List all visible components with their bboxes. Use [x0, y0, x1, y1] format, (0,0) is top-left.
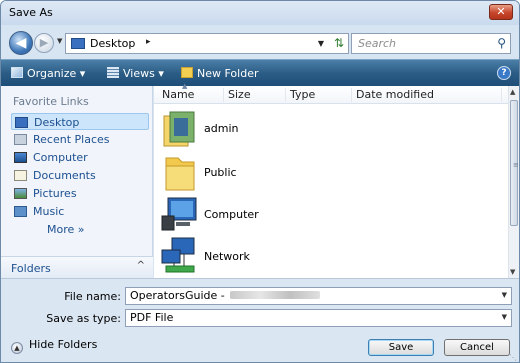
save-button[interactable]: Save: [368, 339, 434, 356]
sidebar-item-desktop[interactable]: Desktop: [11, 113, 149, 130]
sidebar-item-label: Computer: [33, 151, 88, 164]
redacted-text: [230, 291, 321, 299]
scroll-down-icon[interactable]: ▼: [510, 268, 515, 276]
file-name-field[interactable]: OperatorsGuide - ▼: [125, 287, 512, 305]
music-icon: [14, 206, 27, 217]
address-dropdown-icon[interactable]: ▼: [318, 39, 324, 48]
sidebar-item-label: Documents: [33, 169, 96, 182]
folder-icon: [165, 157, 195, 191]
column-header-date-modified[interactable]: Date modified: [352, 88, 502, 102]
save-options-panel: File name: OperatorsGuide - ▼ Save as ty…: [1, 278, 519, 362]
file-name-value: OperatorsGuide -: [130, 289, 229, 302]
organize-button[interactable]: Organize ▾: [11, 67, 85, 80]
window-title: Save As: [9, 6, 53, 19]
sidebar-item-label: Music: [33, 205, 65, 218]
scroll-up-icon[interactable]: ▲: [510, 88, 515, 96]
file-name: Network: [204, 250, 250, 263]
chevron-down-icon[interactable]: ▼: [502, 291, 507, 299]
list-item[interactable]: Public: [160, 152, 500, 192]
sidebar-item-documents[interactable]: Documents: [11, 167, 149, 184]
cancel-button[interactable]: Cancel: [444, 339, 510, 356]
sidebar-item-computer[interactable]: Computer: [11, 149, 149, 166]
favorite-links-heading: Favorite Links: [13, 95, 89, 108]
column-header-type[interactable]: Type: [286, 88, 352, 102]
sidebar-item-recent-places[interactable]: Recent Places: [11, 131, 149, 148]
grip-icon: ≡: [513, 161, 519, 169]
list-item[interactable]: Network: [160, 236, 500, 276]
address-location[interactable]: Desktop: [90, 37, 135, 50]
sidebar-item-label: Desktop: [34, 116, 80, 129]
organize-icon: [11, 67, 23, 78]
file-name: Public: [204, 166, 237, 179]
desktop-icon: [15, 117, 28, 128]
address-bar[interactable]: Desktop ▸ ▼ ⇅: [65, 33, 349, 54]
sidebar-item-music[interactable]: Music: [11, 203, 149, 220]
vertical-scrollbar[interactable]: ▲ ≡ ▼: [508, 86, 519, 278]
file-name: Computer: [204, 208, 259, 221]
save-as-type-select[interactable]: PDF File ▼: [125, 309, 512, 327]
views-icon: [107, 67, 119, 78]
column-header-name[interactable]: Name: [158, 88, 224, 102]
chevron-up-icon: ▲: [11, 342, 23, 354]
views-button[interactable]: Views ▾: [107, 67, 164, 80]
recent-places-icon: [14, 134, 27, 145]
column-header-size[interactable]: Size: [224, 88, 286, 102]
hide-folders-button[interactable]: ▲ Hide Folders: [11, 338, 97, 354]
computer-icon: [14, 152, 27, 163]
refresh-icon[interactable]: ⇅: [334, 36, 344, 50]
pictures-icon: [14, 188, 27, 199]
file-name: admin: [204, 122, 239, 135]
breadcrumb-chevron-icon[interactable]: ▸: [146, 37, 151, 47]
chevron-down-icon[interactable]: ▼: [502, 313, 507, 321]
network-icon: [161, 237, 195, 273]
search-icon[interactable]: ⚲: [497, 36, 506, 50]
user-folder-icon: [163, 111, 195, 147]
chevron-up-icon: ^: [136, 260, 145, 271]
documents-icon: [14, 170, 27, 181]
navigation-pane: Favorite Links Desktop Recent Places Com…: [1, 86, 153, 278]
new-folder-label: New Folder: [197, 67, 259, 80]
sidebar-item-pictures[interactable]: Pictures: [11, 185, 149, 202]
title-bar: Save As ✕: [1, 1, 519, 25]
more-links[interactable]: More »: [47, 223, 85, 236]
file-name-label: File name:: [64, 290, 121, 303]
save-as-type-label: Save as type:: [46, 312, 121, 325]
resize-grip-icon[interactable]: ⋱: [509, 353, 517, 362]
sidebar-item-label: Pictures: [33, 187, 77, 200]
new-folder-button[interactable]: New Folder: [181, 67, 258, 80]
command-toolbar: Organize ▾ Views ▾ New Folder ?: [1, 59, 519, 86]
close-button[interactable]: ✕: [489, 4, 513, 20]
views-label: Views ▾: [123, 67, 164, 80]
organize-label: Organize ▾: [27, 67, 86, 80]
list-item[interactable]: Computer: [160, 194, 500, 234]
search-input[interactable]: Search ⚲: [351, 33, 511, 54]
sidebar-item-label: Recent Places: [33, 133, 110, 146]
folders-toggle[interactable]: Folders ^: [1, 256, 153, 278]
save-as-dialog: Save As ✕ ◀ ▶ ▼ Desktop ▸ ▼ ⇅ Search ⚲ O…: [0, 0, 520, 363]
scrollbar-thumb[interactable]: ≡: [510, 100, 519, 226]
folders-label: Folders: [11, 262, 51, 275]
column-header-row: Name ▲ Size Type Date modified: [154, 82, 509, 104]
address-row: ◀ ▶ ▼ Desktop ▸ ▼ ⇅ Search ⚲: [1, 25, 519, 59]
file-list: Name ▲ Size Type Date modified admin Pub…: [154, 82, 519, 278]
desktop-icon: [71, 38, 85, 49]
hide-folders-label: Hide Folders: [29, 338, 98, 351]
help-icon[interactable]: ?: [497, 66, 511, 80]
search-placeholder: Search: [358, 37, 397, 50]
back-button[interactable]: ◀: [9, 31, 33, 55]
sort-ascending-icon: ▲: [182, 82, 188, 90]
new-folder-icon: [181, 67, 193, 78]
list-item[interactable]: admin: [160, 108, 500, 148]
save-as-type-value: PDF File: [130, 311, 174, 324]
forward-button[interactable]: ▶: [34, 33, 54, 53]
recent-pages-dropdown[interactable]: ▼: [57, 37, 62, 45]
computer-icon: [161, 197, 197, 231]
